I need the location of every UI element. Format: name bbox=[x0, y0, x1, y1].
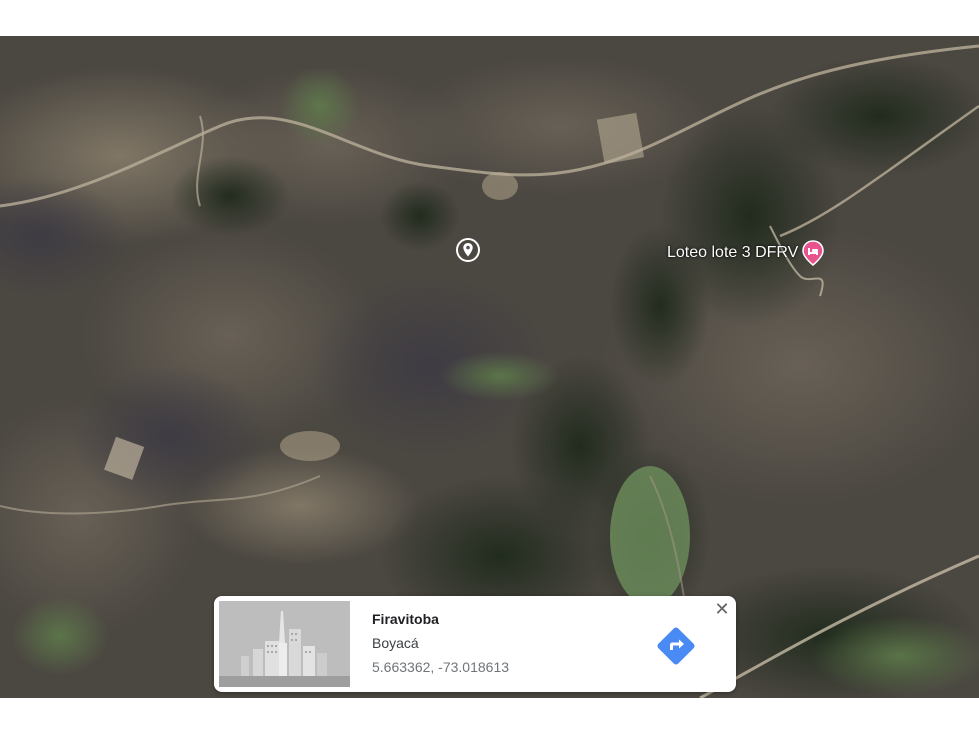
close-button[interactable]: ✕ bbox=[712, 599, 732, 619]
place-label-text[interactable]: Loteo lote 3 DFRV bbox=[667, 244, 798, 262]
close-icon[interactable]: ✕ bbox=[714, 599, 729, 619]
directions-icon[interactable] bbox=[654, 624, 698, 668]
place-label[interactable]: Loteo lote 3 DFRV bbox=[667, 240, 825, 266]
city-buildings-icon[interactable] bbox=[219, 601, 350, 687]
place-coordinates[interactable]: 5.663362, -73.018613 bbox=[372, 659, 509, 675]
place-title: Firavitoba bbox=[372, 611, 439, 627]
lodging-pin-icon[interactable] bbox=[802, 240, 825, 266]
directions-button[interactable] bbox=[654, 624, 698, 668]
page: Loteo lote 3 DFRV Firavitoba Boyacá 5.66… bbox=[0, 0, 979, 734]
place-region: Boyacá bbox=[372, 635, 419, 651]
location-info-card[interactable]: Firavitoba Boyacá 5.663362, -73.018613 ✕ bbox=[214, 596, 736, 692]
location-pin-icon[interactable] bbox=[455, 237, 481, 263]
